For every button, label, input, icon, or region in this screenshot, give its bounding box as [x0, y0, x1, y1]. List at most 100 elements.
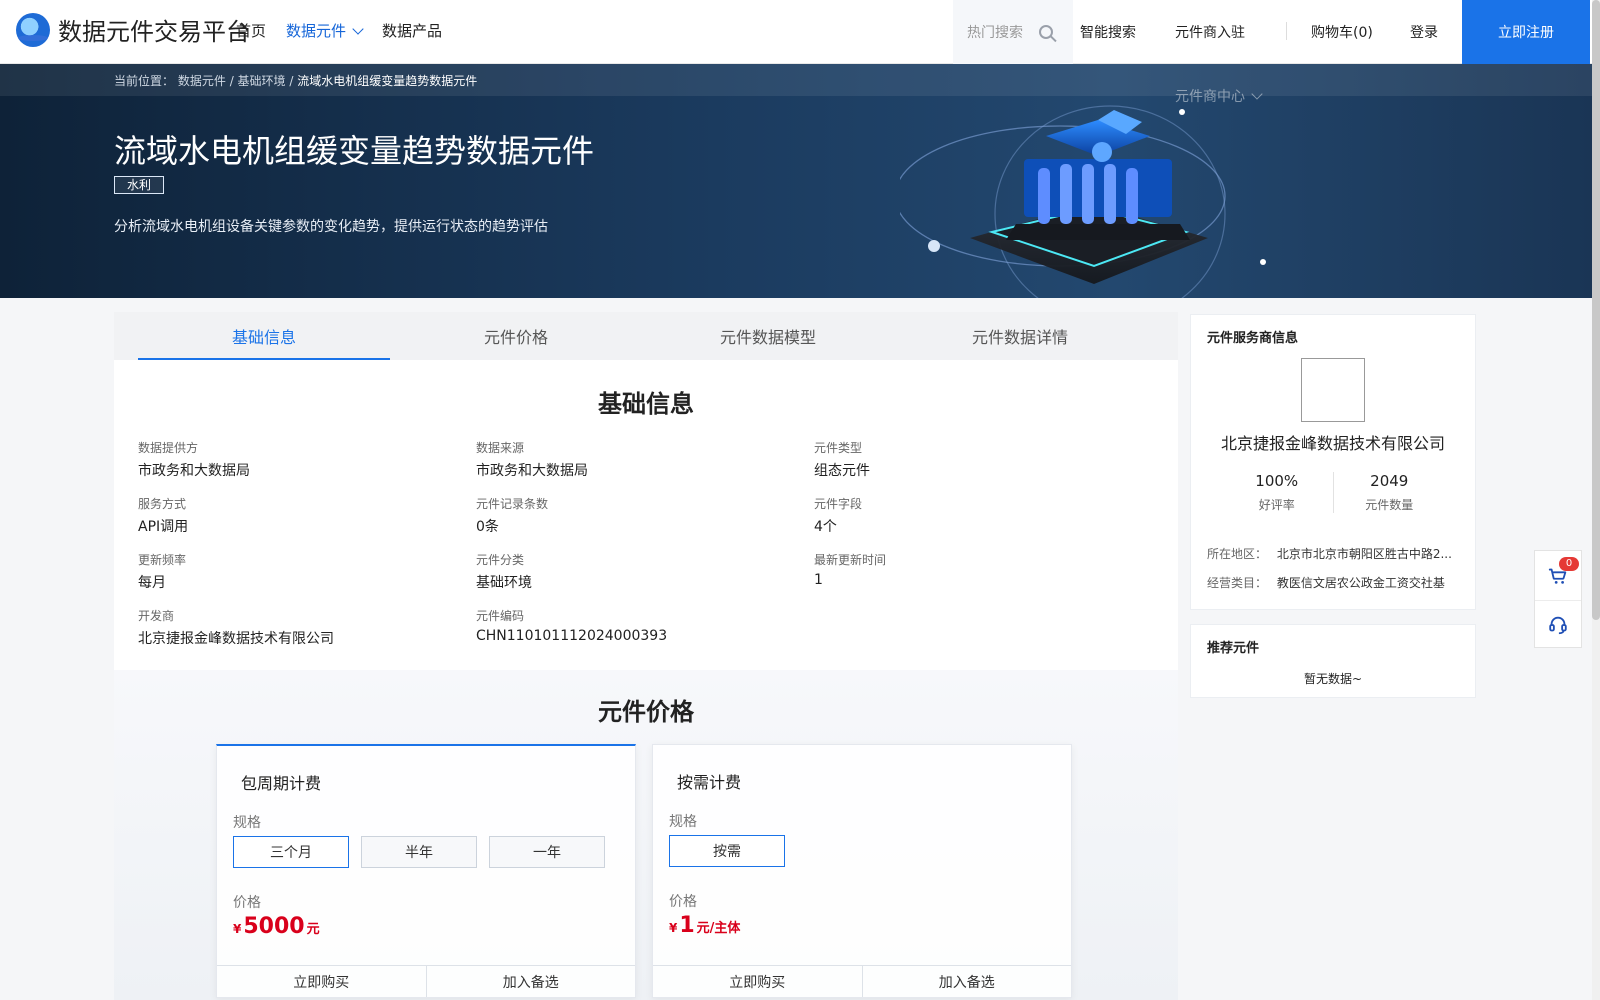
info-fields: 元件字段 4个	[814, 495, 1152, 535]
building-dome	[1092, 142, 1112, 162]
component-count-value: 2049	[1370, 472, 1409, 490]
info-label: 最新更新时间	[814, 553, 887, 567]
floating-tools: 0	[1534, 550, 1582, 648]
basic-info-section: 基础信息 数据提供方 市政务和大数据局 数据来源 市政务和大数据局 元件类型 组…	[114, 360, 1178, 670]
pricing-title: 元件价格	[598, 698, 694, 726]
floating-cart-button[interactable]: 0	[1535, 551, 1581, 600]
info-label: 开发商	[138, 609, 175, 623]
headset-icon	[1549, 616, 1567, 635]
info-label: 元件分类	[476, 553, 525, 567]
currency-symbol: ¥	[233, 922, 242, 936]
orbit-dot	[1179, 109, 1185, 115]
spec-option-three-months[interactable]: 三个月	[233, 836, 349, 868]
search-icon[interactable]	[1039, 25, 1053, 39]
info-developer: 开发商 北京捷报金峰数据技术有限公司	[138, 607, 476, 647]
info-label: 服务方式	[138, 497, 187, 511]
vendor-info-title: 元件服务商信息	[1207, 331, 1299, 346]
vendor-join-link[interactable]: 元件商入驻	[1175, 22, 1245, 42]
spec-options: 按需	[669, 835, 785, 867]
price-unit: 元/主体	[696, 921, 741, 936]
vendor-region: 所在地区： 北京市北京市朝阳区胜古中路2...	[1207, 545, 1475, 562]
page-scrollbar[interactable]	[1592, 0, 1600, 1000]
info-label: 数据来源	[476, 441, 525, 455]
vendor-categories: 经营类目： 教医信文居农公政金工资交社基	[1207, 574, 1475, 591]
category-value: 教医信文居农公政金工资交社基	[1276, 576, 1445, 590]
good-rate-label: 好评率	[1258, 498, 1295, 512]
add-to-shortlist-button[interactable]: 加入备选	[425, 966, 636, 997]
info-value: 市政务和大数据局	[138, 463, 250, 479]
spec-option-half-year[interactable]: 半年	[361, 836, 477, 868]
cart-link[interactable]: 购物车(0)	[1311, 22, 1373, 42]
nav-data-components[interactable]: 数据元件	[286, 20, 364, 41]
component-count-label: 元件数量	[1365, 498, 1414, 512]
pricing-section: 元件价格 包周期计费 规格 三个月 半年 一年 价格 ¥ 5000 元 立即购买	[114, 670, 1178, 1000]
region-value: 北京市北京市朝阳区胜古中路2...	[1276, 547, 1452, 561]
pricing-card-periodic: 包周期计费 规格 三个月 半年 一年 价格 ¥ 5000 元 立即购买 加入备选	[216, 744, 636, 998]
pricing-card-on-demand: 按需计费 规格 按需 价格 ¥ 1 元/主体 立即购买 加入备选	[652, 744, 1072, 998]
card-actions: 立即购买 加入备选	[653, 965, 1071, 997]
info-value: 每月	[138, 575, 166, 591]
info-label: 元件编码	[476, 609, 525, 623]
price-value: ¥ 5000 元	[233, 914, 320, 939]
info-update-frequency: 更新频率 每月	[138, 551, 476, 591]
nav-data-products[interactable]: 数据产品	[382, 20, 442, 41]
info-value: 北京捷报金峰数据技术有限公司	[138, 631, 334, 647]
breadcrumb-bar: 当前位置： 数据元件 / 基础环境 / 流域水电机组缓变量趋势数据元件	[0, 64, 1592, 96]
add-to-shortlist-button[interactable]: 加入备选	[861, 966, 1072, 997]
tab-data-model[interactable]: 元件数据模型	[642, 312, 894, 360]
search-box[interactable]: 热门搜索	[953, 0, 1073, 64]
breadcrumb-link-category[interactable]: 基础环境	[238, 74, 286, 88]
breadcrumb-prefix: 当前位置：	[114, 74, 175, 88]
info-value: 组态元件	[814, 463, 870, 479]
tab-price[interactable]: 元件价格	[390, 312, 642, 360]
building-column	[1104, 164, 1116, 224]
tab-data-detail[interactable]: 元件数据详情	[894, 312, 1146, 360]
hero-banner: 当前位置： 数据元件 / 基础环境 / 流域水电机组缓变量趋势数据元件 元件商中…	[0, 64, 1592, 298]
vendor-company-name: 北京捷报金峰数据技术有限公司	[1220, 434, 1445, 453]
brand[interactable]: 数据元件交易平台	[16, 12, 250, 47]
register-button[interactable]: 立即注册	[1462, 0, 1590, 64]
info-last-update: 最新更新时间 1	[814, 551, 1152, 589]
tab-basic-info[interactable]: 基础信息	[138, 312, 390, 360]
component-count-metric: 2049 元件数量	[1332, 472, 1446, 513]
card-actions: 立即购买 加入备选	[217, 965, 635, 997]
info-source: 数据来源 市政务和大数据局	[476, 439, 814, 479]
main-nav: 首页 数据元件 数据产品	[236, 20, 442, 41]
vendor-metrics: 100% 好评率 2049 元件数量	[1221, 472, 1445, 513]
spec-options: 三个月 半年 一年	[233, 836, 605, 868]
buy-now-button[interactable]: 立即购买	[217, 966, 426, 997]
spec-label: 规格	[669, 814, 697, 830]
spec-option-on-demand[interactable]: 按需	[669, 835, 785, 867]
buy-now-button[interactable]: 立即购买	[653, 966, 862, 997]
breadcrumb-link-components[interactable]: 数据元件	[178, 74, 226, 88]
info-record-count: 元件记录条数 0条	[476, 495, 814, 535]
customer-service-button[interactable]	[1535, 600, 1581, 649]
info-component-code: 元件编码 CHN110101112024000393	[476, 607, 814, 645]
nav-home[interactable]: 首页	[236, 20, 266, 41]
breadcrumb-current: 流域水电机组缓变量趋势数据元件	[297, 74, 478, 88]
info-label: 数据提供方	[138, 441, 199, 455]
chevron-down-icon	[352, 22, 364, 35]
breadcrumb-separator: /	[229, 74, 238, 88]
info-value: 市政务和大数据局	[476, 463, 588, 479]
hero-description: 分析流域水电机组设备关键参数的变化趋势，提供运行状态的趋势评估	[114, 219, 548, 235]
smart-search-link[interactable]: 智能搜索	[1080, 22, 1136, 42]
scrollbar-thumb[interactable]	[1592, 0, 1600, 620]
no-data-text: 暂无数据~	[1303, 672, 1363, 686]
spec-option-one-year[interactable]: 一年	[489, 836, 605, 868]
info-provider: 数据提供方 市政务和大数据局	[138, 439, 476, 479]
building-step	[1006, 224, 1190, 240]
main-content: 基础信息 元件价格 元件数据模型 元件数据详情 基础信息 数据提供方 市政务和大…	[114, 312, 1178, 1000]
login-link[interactable]: 登录	[1410, 22, 1438, 42]
vendor-logo	[1301, 358, 1365, 422]
info-category: 元件分类 基础环境	[476, 551, 814, 591]
basic-info-grid: 数据提供方 市政务和大数据局 数据来源 市政务和大数据局 元件类型 组态元件 服…	[114, 439, 1178, 647]
nav-data-components-label: 数据元件	[286, 22, 347, 40]
price-value: ¥ 1 元/主体	[669, 913, 740, 938]
good-rate-value: 100%	[1255, 472, 1299, 490]
top-navigation: 数据元件交易平台 首页 数据元件 数据产品 热门搜索 智能搜索 元件商入驻 购物…	[0, 0, 1600, 64]
page-title: 流域水电机组缓变量趋势数据元件	[114, 132, 595, 170]
orbit-dot	[1260, 259, 1266, 265]
search-placeholder: 热门搜索	[967, 25, 1023, 41]
platform-logo-icon	[16, 12, 50, 47]
